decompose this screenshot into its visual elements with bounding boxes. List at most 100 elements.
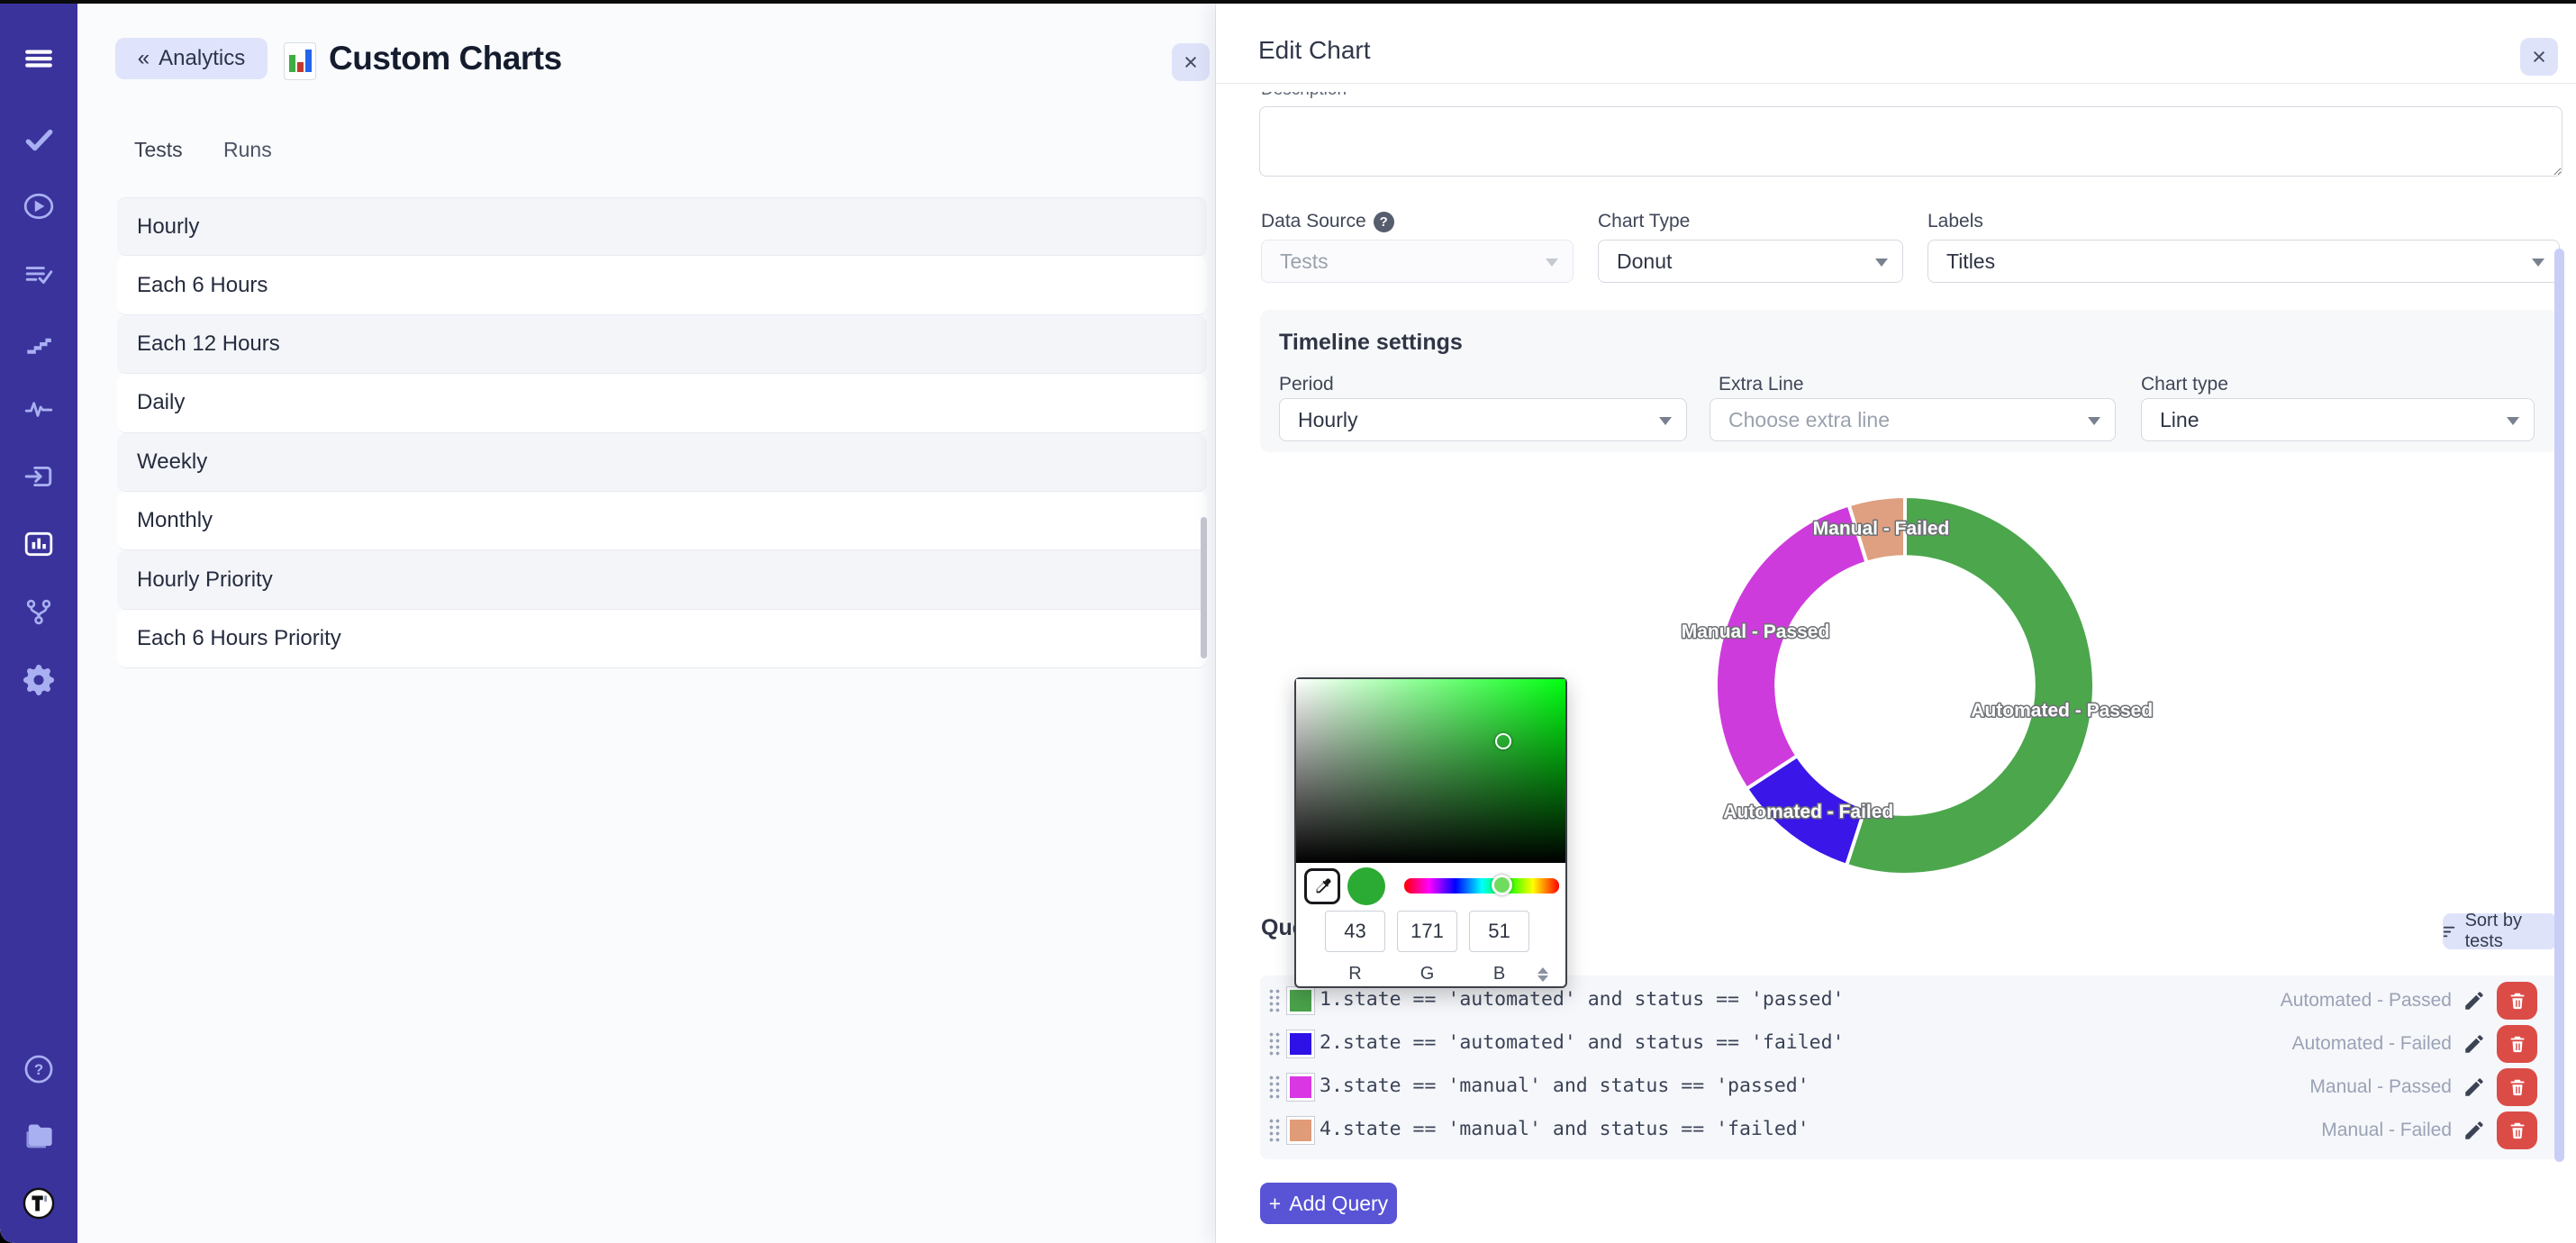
sort-by-tests-button[interactable]: Sort by tests bbox=[2443, 913, 2557, 949]
plus-icon: + bbox=[1269, 1192, 1281, 1216]
extra-line-label: Extra Line bbox=[1719, 374, 1804, 395]
query-text[interactable]: 1.state == 'automated' and status == 'pa… bbox=[1320, 988, 1844, 1011]
logo[interactable] bbox=[23, 1187, 55, 1220]
back-button-label: Analytics bbox=[159, 46, 245, 71]
close-icon: × bbox=[1184, 50, 1198, 75]
panel-close-button[interactable]: × bbox=[1172, 43, 1210, 81]
donut-slice-label: Automated - Passed bbox=[1971, 701, 2153, 721]
drawer-scrollbar[interactable] bbox=[2554, 249, 2564, 1162]
query-text[interactable]: 3.state == 'manual' and status == 'passe… bbox=[1320, 1075, 1810, 1097]
edit-pencil-icon[interactable] bbox=[2463, 1032, 2486, 1056]
chart-type-select[interactable]: Donut bbox=[1598, 240, 1903, 283]
trash-icon bbox=[2508, 1077, 2527, 1097]
hue-slider[interactable] bbox=[1404, 878, 1559, 894]
chevron-down-icon bbox=[1546, 259, 1558, 267]
donut-slice-label: Manual - Passed bbox=[1682, 622, 1830, 642]
current-color-swatch[interactable] bbox=[1347, 867, 1385, 905]
delete-query-button[interactable] bbox=[2497, 1111, 2537, 1149]
menu-icon[interactable] bbox=[23, 41, 55, 74]
chevron-down-icon bbox=[1875, 259, 1888, 267]
list-item[interactable]: Each 12 Hours bbox=[117, 315, 1207, 374]
help-icon[interactable]: ? bbox=[1374, 212, 1394, 232]
drag-handle-icon[interactable] bbox=[1268, 1118, 1281, 1143]
list-item[interactable]: Each 6 Hours bbox=[117, 256, 1207, 314]
back-to-analytics-button[interactable]: « Analytics bbox=[115, 38, 268, 79]
saturation-area[interactable] bbox=[1296, 679, 1565, 863]
donut-chart: Automated - Passed Automated - Failed Manu… bbox=[1653, 433, 2157, 938]
blue-input[interactable] bbox=[1469, 911, 1529, 952]
tab-tests[interactable]: Tests bbox=[134, 138, 183, 162]
query-color-swatch[interactable] bbox=[1286, 1073, 1315, 1102]
gear-icon[interactable] bbox=[23, 664, 55, 696]
query-text[interactable]: 2.state == 'automated' and status == 'fa… bbox=[1320, 1031, 1844, 1054]
list-item[interactable]: Hourly bbox=[117, 197, 1207, 256]
query-color-swatch[interactable] bbox=[1286, 1030, 1315, 1058]
chevron-down-icon bbox=[2088, 417, 2100, 425]
period-select[interactable]: Hourly bbox=[1279, 398, 1687, 441]
chart-type-label: Chart Type bbox=[1598, 211, 1690, 232]
app-window: ? « Analytics Custom Charts × Tests Runs… bbox=[0, 4, 2576, 1243]
red-label: R bbox=[1325, 964, 1385, 984]
query-text[interactable]: 4.state == 'manual' and status == 'faile… bbox=[1320, 1118, 1810, 1140]
svg-text:?: ? bbox=[34, 1061, 43, 1078]
play-circle-icon[interactable] bbox=[23, 190, 55, 222]
pulse-icon[interactable] bbox=[23, 393, 55, 425]
list-check-icon[interactable] bbox=[23, 259, 55, 291]
query-label: Automated - Failed bbox=[2091, 1033, 2452, 1055]
list-item[interactable]: Hourly Priority bbox=[117, 550, 1207, 609]
bar-chart-icon[interactable] bbox=[23, 528, 55, 560]
hue-handle[interactable] bbox=[1492, 875, 1512, 895]
query-color-swatch[interactable] bbox=[1286, 1116, 1315, 1145]
labels-label: Labels bbox=[1927, 211, 1983, 232]
delete-query-button[interactable] bbox=[2497, 1068, 2537, 1106]
green-input[interactable] bbox=[1397, 911, 1457, 952]
clipped-description-label: Description bbox=[1261, 92, 1531, 101]
drag-handle-icon[interactable] bbox=[1268, 1075, 1281, 1100]
donut-slice-label: Manual - Failed bbox=[1813, 519, 1950, 540]
labels-select[interactable]: Titles bbox=[1927, 240, 2560, 283]
saturation-selector[interactable] bbox=[1495, 733, 1511, 749]
edit-pencil-icon[interactable] bbox=[2463, 1119, 2486, 1142]
sort-icon bbox=[2443, 925, 2458, 939]
edit-pencil-icon[interactable] bbox=[2463, 1075, 2486, 1099]
list-item[interactable]: Monthly bbox=[117, 492, 1207, 550]
description-textarea[interactable] bbox=[1259, 106, 2562, 177]
color-mode-toggle[interactable] bbox=[1537, 966, 1550, 984]
delete-query-button[interactable] bbox=[2497, 1025, 2537, 1063]
trash-icon bbox=[2508, 1121, 2527, 1140]
red-input[interactable] bbox=[1325, 911, 1385, 952]
drag-handle-icon[interactable] bbox=[1268, 1031, 1281, 1057]
branch-icon[interactable] bbox=[23, 595, 55, 628]
add-query-button[interactable]: + Add Query bbox=[1260, 1183, 1397, 1224]
query-label: Manual - Passed bbox=[2091, 1076, 2452, 1098]
left-panel-scrollbar[interactable] bbox=[1201, 517, 1207, 658]
steps-icon[interactable] bbox=[23, 326, 55, 358]
eyedropper-button[interactable] bbox=[1304, 868, 1340, 904]
blue-label: B bbox=[1469, 964, 1529, 984]
list-item[interactable]: Daily bbox=[117, 374, 1207, 432]
drag-handle-icon[interactable] bbox=[1268, 988, 1281, 1013]
edit-chart-drawer: Edit Chart × Description Data Source ? C… bbox=[1216, 4, 2576, 1243]
trash-icon bbox=[2508, 1034, 2527, 1054]
query-color-swatch[interactable] bbox=[1286, 986, 1315, 1015]
green-label: G bbox=[1397, 964, 1457, 984]
timeline-chart-type-select[interactable]: Line bbox=[2141, 398, 2535, 441]
list-item[interactable]: Weekly bbox=[117, 433, 1207, 492]
help-icon[interactable]: ? bbox=[23, 1053, 55, 1085]
tab-runs[interactable]: Runs bbox=[223, 138, 272, 162]
edit-pencil-icon[interactable] bbox=[2463, 989, 2486, 1012]
donut-slice-label: Automated - Failed bbox=[1723, 802, 1893, 822]
check-icon[interactable] bbox=[23, 123, 55, 156]
chevron-down-icon bbox=[2532, 259, 2544, 267]
custom-charts-panel: « Analytics Custom Charts × Tests Runs H… bbox=[77, 4, 1216, 1243]
custom-charts-icon bbox=[284, 42, 316, 80]
list-item[interactable]: Each 6 Hours Priority bbox=[117, 610, 1207, 668]
drawer-close-button[interactable]: × bbox=[2520, 38, 2558, 76]
delete-query-button[interactable] bbox=[2497, 982, 2537, 1020]
trash-icon bbox=[2508, 991, 2527, 1011]
folder-icon[interactable] bbox=[23, 1121, 55, 1153]
chevron-down-icon bbox=[2507, 417, 2519, 425]
drawer-title: Edit Chart bbox=[1258, 36, 1371, 65]
sign-in-icon[interactable] bbox=[23, 460, 55, 493]
divider bbox=[1216, 83, 2576, 84]
